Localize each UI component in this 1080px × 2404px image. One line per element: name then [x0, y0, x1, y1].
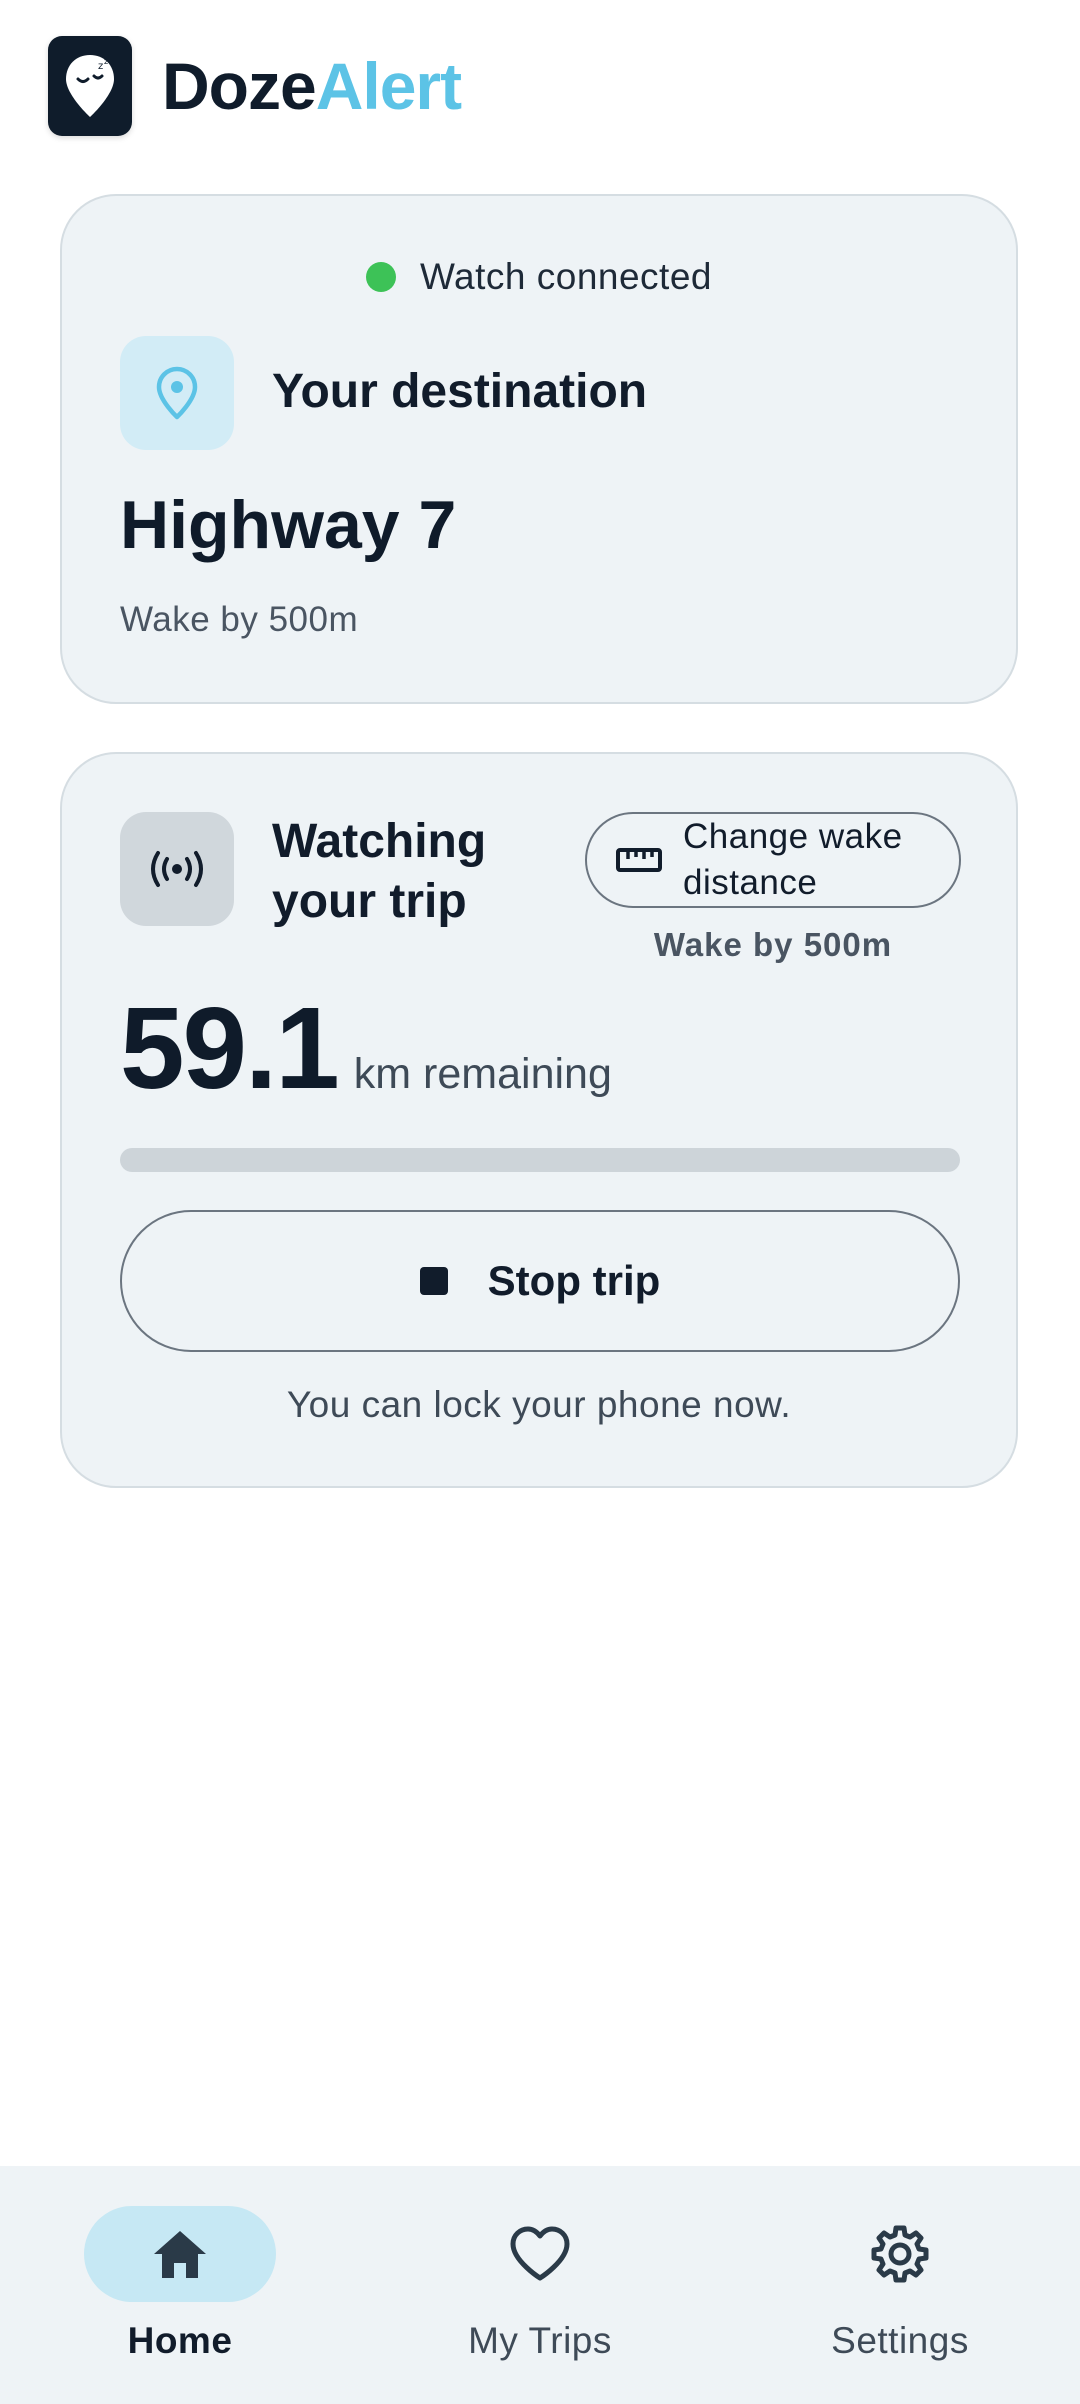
trip-progress-bar: [120, 1148, 960, 1172]
trip-wake-distance: Wake by 500m: [653, 926, 893, 963]
distance-unit: km remaining: [353, 1050, 612, 1098]
app-logo: z z: [48, 36, 132, 136]
heart-icon: [510, 2226, 570, 2281]
connected-dot-icon: [365, 262, 396, 292]
nav-item-my-trips[interactable]: My Trips: [410, 2206, 670, 2362]
trip-icon-tile: [120, 812, 234, 926]
nav-home-label: Home: [127, 2320, 233, 2361]
trip-title: Watching your trip: [272, 815, 487, 928]
location-pin-icon: [156, 366, 198, 420]
trip-card: Watching your trip Change wake distance …: [60, 752, 1018, 1488]
change-wake-distance-label: Change wake distance: [683, 817, 903, 902]
gear-icon: [871, 2225, 929, 2283]
svg-text:z: z: [104, 57, 108, 66]
nav-home-pill: [84, 2206, 276, 2302]
app-header: z z DozeAlert: [48, 36, 462, 136]
destination-icon-tile: [120, 336, 234, 450]
broadcast-icon: [151, 851, 203, 887]
stop-trip-button[interactable]: Stop trip: [120, 1210, 960, 1352]
destination-card: Watch connected Your destination Highway…: [60, 194, 1018, 704]
nav-my-trips-pill: [444, 2206, 636, 2302]
lock-phone-note: You can lock your phone now.: [286, 1384, 792, 1425]
watch-status-text: Watch connected: [419, 256, 712, 297]
nav-settings-label: Settings: [831, 2320, 969, 2361]
destination-title: Your destination: [272, 365, 648, 418]
stop-trip-label: Stop trip: [487, 1257, 661, 1304]
distance-value: 59.1: [120, 983, 340, 1113]
svg-text:z: z: [98, 61, 103, 72]
destination-name: Highway 7: [120, 487, 457, 563]
distance-remaining: 59.1 km remaining: [120, 990, 612, 1106]
watch-status: Watch connected: [62, 256, 1016, 298]
change-wake-distance-button[interactable]: Change wake distance: [585, 812, 961, 908]
nav-settings-pill: [804, 2206, 996, 2302]
nav-my-trips-label: My Trips: [468, 2320, 612, 2361]
nav-item-settings[interactable]: Settings: [770, 2206, 1030, 2362]
brand-part-doze: Doze: [162, 49, 317, 123]
nav-item-home[interactable]: Home: [50, 2206, 310, 2362]
sleepy-location-pin-icon: z z: [66, 55, 114, 117]
stop-square-icon: [419, 1267, 448, 1295]
bottom-navigation: Home My Trips Settings: [0, 2166, 1080, 2404]
ruler-icon: [616, 848, 662, 872]
home-icon: [154, 2231, 206, 2278]
app-brand: DozeAlert: [162, 53, 462, 119]
destination-wake-distance: Wake by 500m: [120, 600, 359, 639]
brand-part-alert: Alert: [315, 49, 462, 123]
